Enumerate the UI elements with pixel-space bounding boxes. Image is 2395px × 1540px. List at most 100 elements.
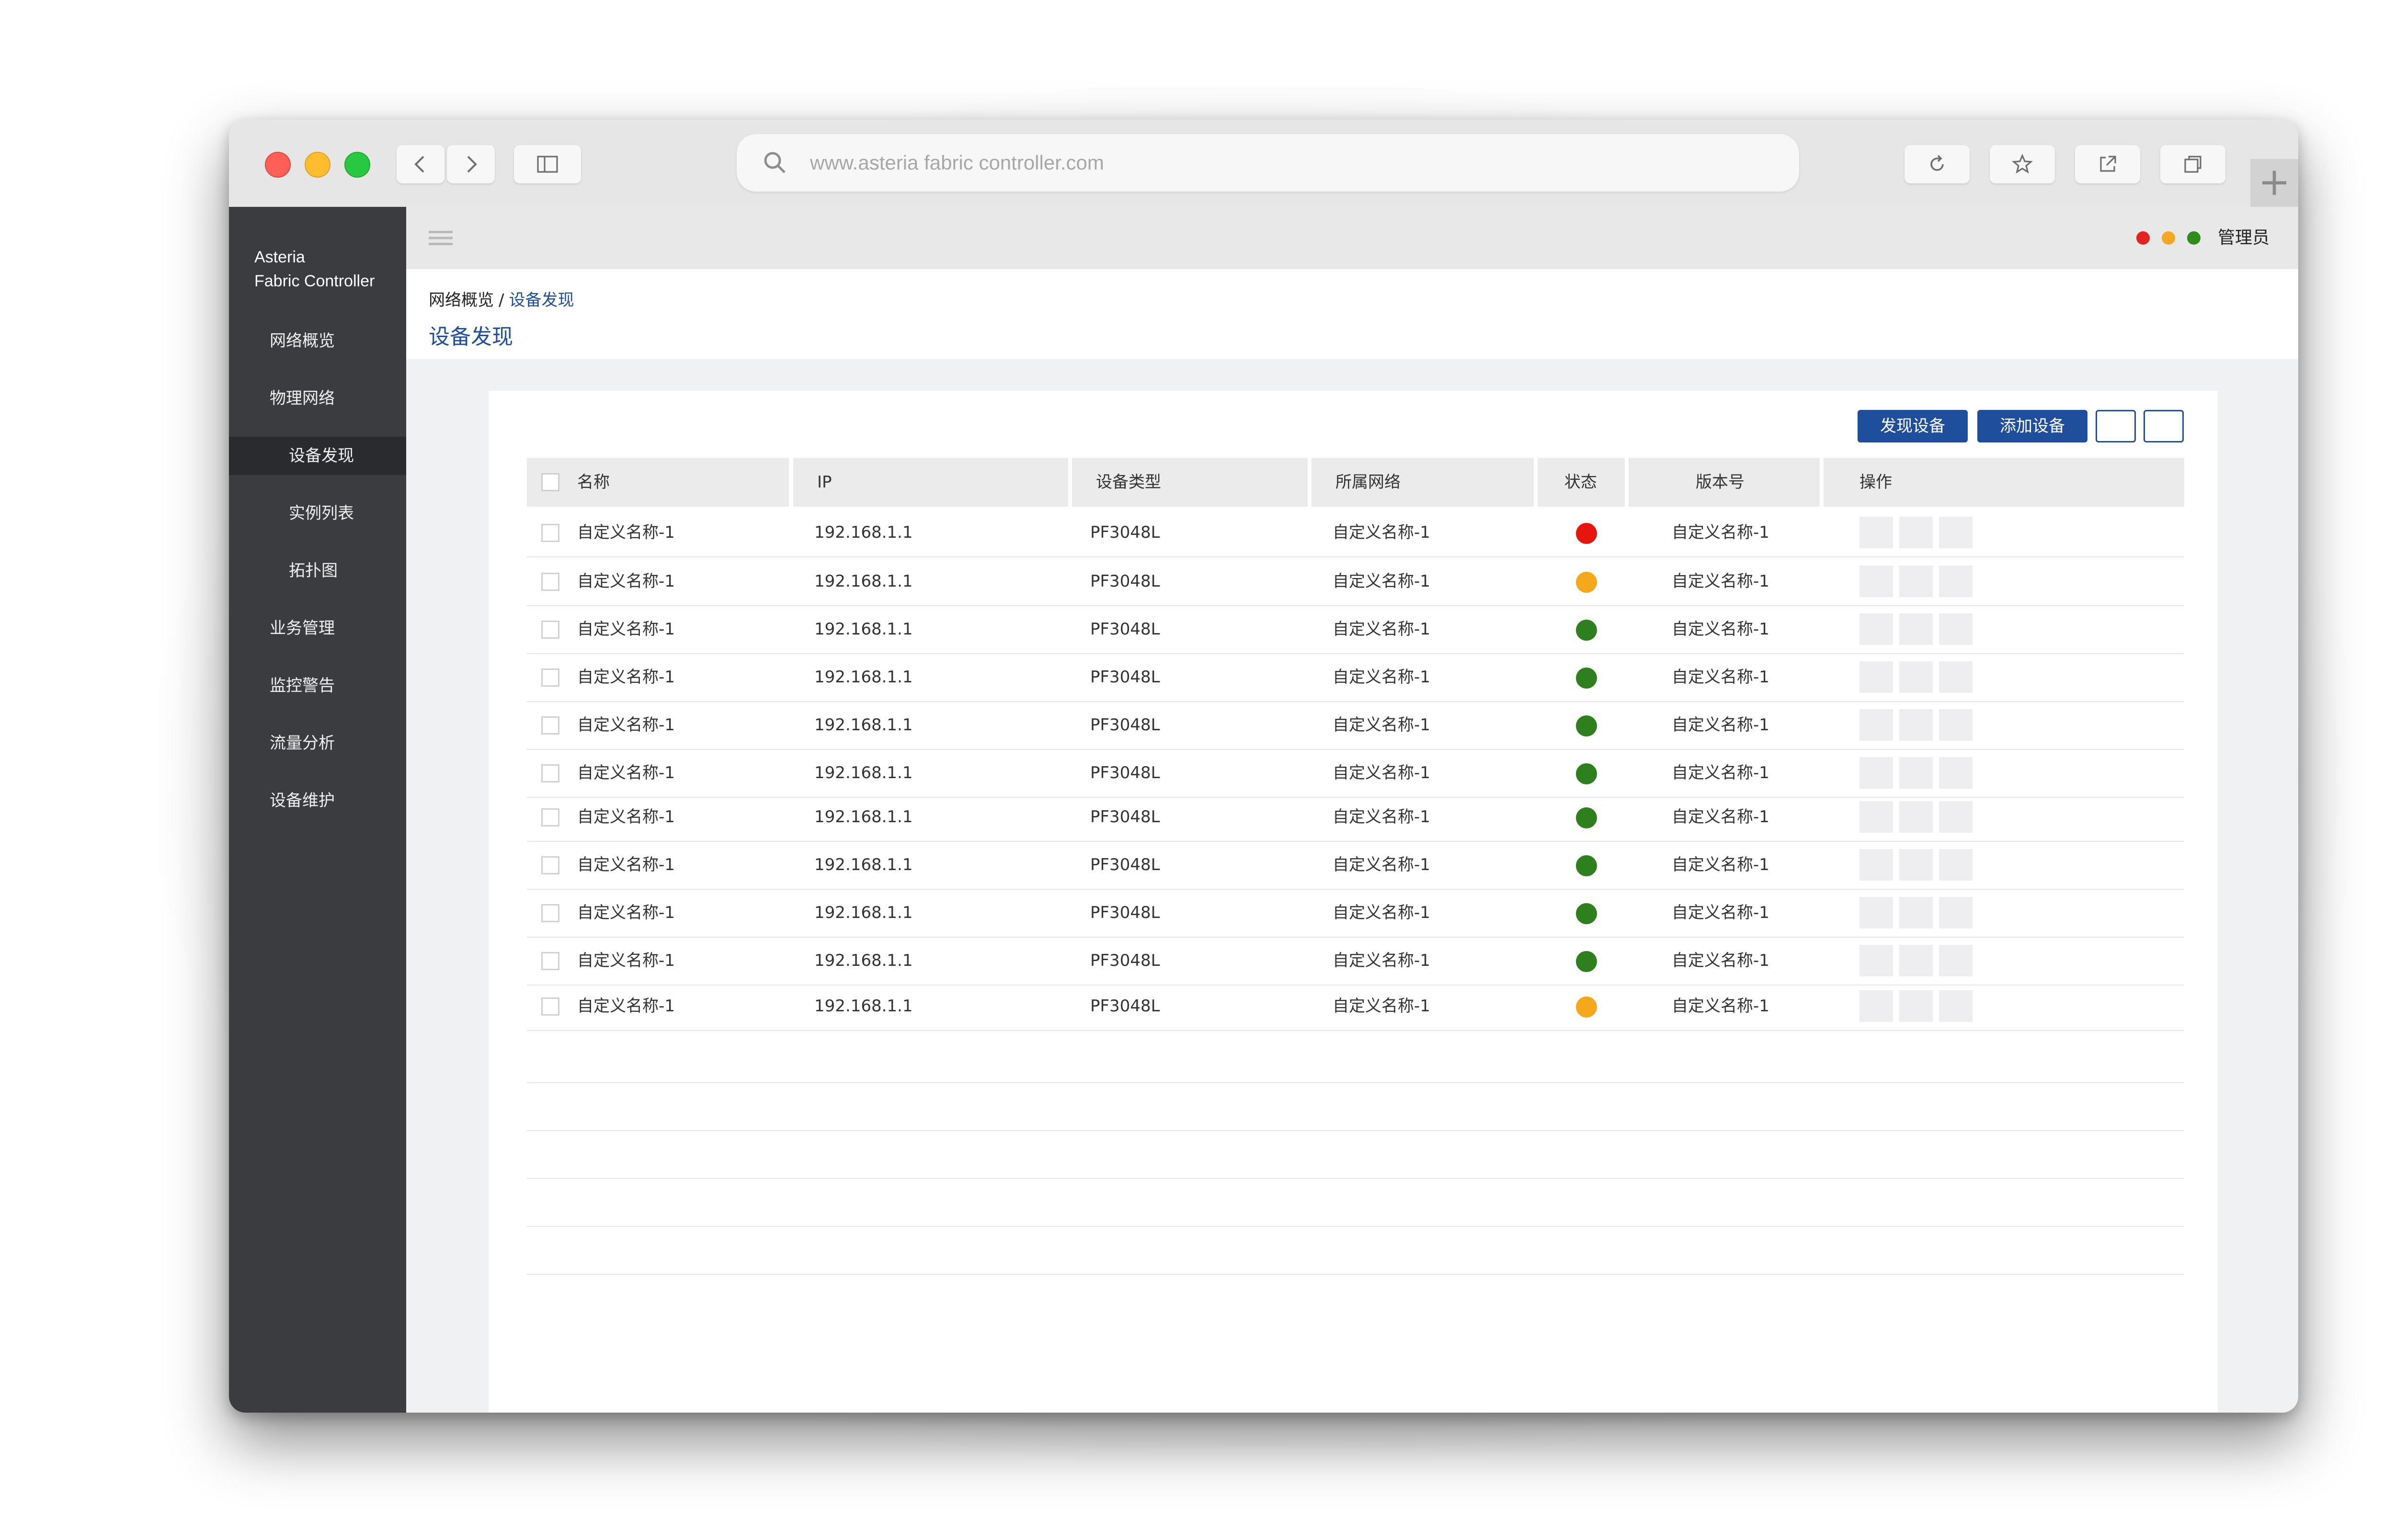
table-row[interactable]: 自定义名称-1 192.168.1.1 PF3048L 自定义名称-1 自定义名称-1 <box>527 653 2184 702</box>
row-checkbox[interactable] <box>541 808 559 827</box>
table-row[interactable]: 自定义名称-1 192.168.1.1 PF3048L 自定义名称-1 自定义名称-1 <box>527 889 2184 938</box>
table-row[interactable]: 自定义名称-1 192.168.1.1 PF3048L 自定义名称-1 自定义名称-1 <box>527 509 2184 557</box>
nav-item-business-management[interactable]: 业务管理 <box>229 609 406 647</box>
address-bar[interactable]: www.asteria fabric controller.com <box>737 134 1799 192</box>
row-action-button-3[interactable] <box>1939 849 1973 881</box>
share-button[interactable] <box>2075 145 2140 183</box>
row-checkbox[interactable] <box>541 952 559 970</box>
row-action-button-1[interactable] <box>1859 517 1893 548</box>
column-header-version[interactable]: 版本号 <box>1629 458 1820 507</box>
row-action-button-1[interactable] <box>1859 661 1893 693</box>
status-green-indicator <box>1576 951 1597 972</box>
user-menu[interactable]: 管理员 <box>2218 207 2270 269</box>
row-action-button-3[interactable] <box>1939 517 1973 548</box>
row-checkbox[interactable] <box>541 716 559 735</box>
table-row[interactable]: 自定义名称-1 192.168.1.1 PF3048L 自定义名称-1 自定义名称-1 <box>527 749 2184 798</box>
nav-label: 实例列表 <box>289 504 354 523</box>
row-action-button-2[interactable] <box>1899 849 1933 881</box>
row-checkbox[interactable] <box>541 621 559 639</box>
row-action-button-2[interactable] <box>1899 613 1933 645</box>
row-action-button-1[interactable] <box>1859 566 1893 597</box>
row-action-button-2[interactable] <box>1899 945 1933 976</box>
row-action-button-3[interactable] <box>1939 566 1973 597</box>
row-action-button-2[interactable] <box>1899 709 1933 741</box>
forward-button[interactable] <box>447 145 495 183</box>
row-action-button-1[interactable] <box>1859 897 1893 929</box>
row-action-button-1[interactable] <box>1859 990 1893 1022</box>
row-action-button-2[interactable] <box>1899 897 1933 929</box>
column-header-status[interactable]: 状态 <box>1538 458 1625 507</box>
table-row[interactable]: 自定义名称-1 192.168.1.1 PF3048L 自定义名称-1 自定义名称-1 <box>527 982 2184 1031</box>
row-checkbox[interactable] <box>541 524 559 542</box>
minimize-window-button[interactable] <box>305 152 331 178</box>
row-action-button-2[interactable] <box>1899 517 1933 548</box>
header-label: IP <box>817 473 832 492</box>
status-yellow-indicator <box>1576 996 1597 1018</box>
row-action-button-1[interactable] <box>1859 801 1893 833</box>
table-row[interactable]: 自定义名称-1 192.168.1.1 PF3048L 自定义名称-1 自定义名称-1 <box>527 937 2184 985</box>
nav-item-device-maintenance[interactable]: 设备维护 <box>229 781 406 820</box>
table-row[interactable]: 自定义名称-1 192.168.1.1 PF3048L 自定义名称-1 自定义名称-1 <box>527 557 2184 606</box>
toolbar-icon-button-1[interactable] <box>2096 410 2136 442</box>
device-type-cell: PF3048L <box>1090 620 1160 639</box>
row-action-button-1[interactable] <box>1859 849 1893 881</box>
maximize-window-button[interactable] <box>344 152 370 178</box>
version-cell: 自定义名称-1 <box>1672 620 1769 639</box>
table-row[interactable]: 自定义名称-1 192.168.1.1 PF3048L 自定义名称-1 自定义名称-1 <box>527 841 2184 890</box>
back-button[interactable] <box>397 145 445 183</box>
row-action-button-1[interactable] <box>1859 945 1893 976</box>
bookmark-button[interactable] <box>1990 145 2055 183</box>
discover-device-button[interactable]: 发现设备 <box>1858 410 1968 442</box>
nav-item-monitoring-alerts[interactable]: 监控警告 <box>229 667 406 705</box>
row-checkbox[interactable] <box>541 856 559 874</box>
browser-toolbar: www.asteria fabric controller.com + <box>229 120 2298 209</box>
table-row[interactable]: 自定义名称-1 192.168.1.1 PF3048L 自定义名称-1 自定义名称-1 <box>527 701 2184 750</box>
reload-button[interactable] <box>1905 145 1970 183</box>
column-header-name[interactable]: 名称 <box>527 458 789 507</box>
table-row[interactable]: 自定义名称-1 192.168.1.1 PF3048L 自定义名称-1 自定义名称-1 <box>527 793 2184 842</box>
row-checkbox[interactable] <box>541 573 559 591</box>
row-action-button-3[interactable] <box>1939 990 1973 1022</box>
select-all-checkbox[interactable] <box>541 473 559 491</box>
nav-item-instance-list[interactable]: 实例列表 <box>229 494 406 532</box>
nav-label: 业务管理 <box>270 619 335 638</box>
column-header-device-type[interactable]: 设备类型 <box>1072 458 1308 507</box>
row-action-button-1[interactable] <box>1859 709 1893 741</box>
column-header-ip[interactable]: IP <box>793 458 1068 507</box>
close-window-button[interactable] <box>265 152 291 178</box>
nav-item-topology[interactable]: 拓扑图 <box>229 552 406 590</box>
new-tab-icon[interactable]: + <box>2250 159 2298 207</box>
row-action-button-3[interactable] <box>1939 897 1973 929</box>
row-action-button-3[interactable] <box>1939 613 1973 645</box>
nav-item-physical-network[interactable]: 物理网络 <box>229 379 406 418</box>
row-action-button-2[interactable] <box>1899 801 1933 833</box>
row-action-button-3[interactable] <box>1939 661 1973 693</box>
column-header-network[interactable]: 所属网络 <box>1312 458 1534 507</box>
row-checkbox[interactable] <box>541 668 559 687</box>
nav-item-device-discovery[interactable]: 设备发现 <box>229 437 406 475</box>
toolbar-icon-button-2[interactable] <box>2144 410 2184 442</box>
ip-cell: 192.168.1.1 <box>814 523 913 542</box>
nav-item-network-overview[interactable]: 网络概览 <box>229 322 406 360</box>
table-row[interactable]: 自定义名称-1 192.168.1.1 PF3048L 自定义名称-1 自定义名称-1 <box>527 605 2184 654</box>
row-action-button-3[interactable] <box>1939 945 1973 976</box>
row-action-button-1[interactable] <box>1859 613 1893 645</box>
tabs-overview-button[interactable] <box>2160 145 2225 183</box>
row-action-button-1[interactable] <box>1859 757 1893 789</box>
row-checkbox[interactable] <box>541 764 559 782</box>
sidebar-toggle-button[interactable] <box>514 145 581 183</box>
row-action-button-3[interactable] <box>1939 709 1973 741</box>
row-action-button-2[interactable] <box>1899 757 1933 789</box>
row-checkbox[interactable] <box>541 904 559 922</box>
nav-item-traffic-analysis[interactable]: 流量分析 <box>229 724 406 762</box>
row-action-button-3[interactable] <box>1939 801 1973 833</box>
row-checkbox[interactable] <box>541 997 559 1016</box>
breadcrumb-parent[interactable]: 网络概览 <box>429 291 494 310</box>
add-device-button[interactable]: 添加设备 <box>1977 410 2087 442</box>
row-action-button-2[interactable] <box>1899 990 1933 1022</box>
row-action-button-2[interactable] <box>1899 566 1933 597</box>
row-action-button-3[interactable] <box>1939 757 1973 789</box>
hamburger-menu-icon[interactable] <box>429 228 453 248</box>
version-cell: 自定义名称-1 <box>1672 951 1769 970</box>
row-action-button-2[interactable] <box>1899 661 1933 693</box>
